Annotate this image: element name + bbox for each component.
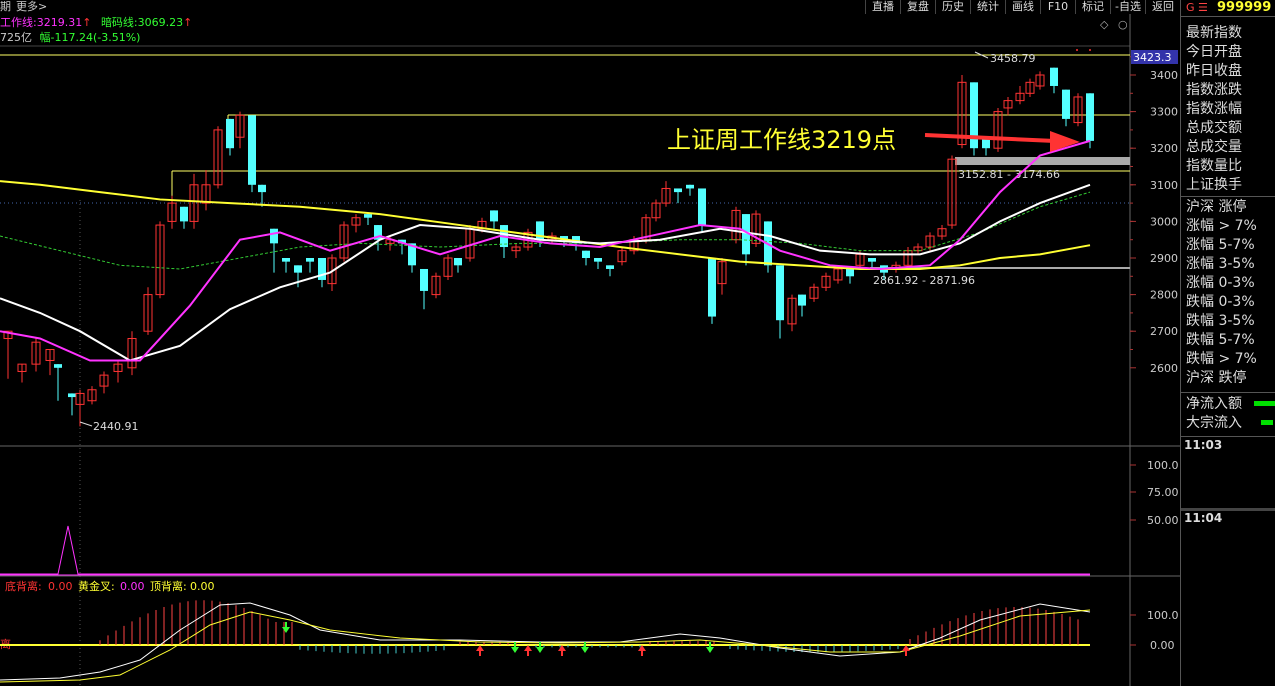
fund-flow-label: 大宗流入 bbox=[1186, 415, 1242, 431]
quote-field-label: 指数涨跌 bbox=[1186, 82, 1242, 98]
signal-spike-line bbox=[0, 525, 1090, 575]
sell-arrow-icon bbox=[706, 647, 714, 653]
high-price-label: 3458.79 bbox=[990, 52, 1036, 65]
candle-body-down bbox=[594, 258, 602, 262]
candle-body-down bbox=[686, 184, 694, 189]
sell-arrow-icon bbox=[511, 647, 519, 653]
quote-field-label: 昨日收盘 bbox=[1186, 63, 1242, 79]
candle-body-down bbox=[1050, 67, 1058, 86]
y-tick-label: 75.00 bbox=[1147, 486, 1179, 499]
quote-field-label: 上证换手 bbox=[1186, 177, 1242, 193]
candle-body-down bbox=[420, 268, 428, 291]
candle-body-down bbox=[226, 118, 234, 149]
candle-body-down bbox=[1086, 93, 1094, 141]
y-tick-label: 2800 bbox=[1150, 289, 1178, 302]
candle-body-down bbox=[180, 206, 188, 222]
bottom-divergence-value: 0.00 bbox=[48, 580, 73, 593]
menu-icon[interactable]: G ☰ bbox=[1186, 1, 1208, 14]
block-inflow-bar bbox=[1261, 420, 1273, 425]
y-tick-label: 2700 bbox=[1150, 325, 1178, 338]
golden-cross-label: 黄金叉: bbox=[78, 579, 115, 593]
quote-field-label: 指数涨幅 bbox=[1186, 101, 1242, 117]
signal-dot bbox=[1089, 49, 1091, 51]
divider bbox=[1181, 436, 1275, 437]
time-label: 11:03 bbox=[1184, 438, 1223, 452]
net-inflow-bar bbox=[1254, 401, 1275, 406]
sell-arrow-icon bbox=[282, 627, 290, 633]
y-tick-label: 3300 bbox=[1150, 106, 1178, 119]
low-pointer bbox=[79, 421, 93, 427]
candle-body-down bbox=[846, 268, 854, 277]
quote-field-label: 指数量比 bbox=[1186, 158, 1242, 174]
candle-body-down bbox=[1062, 89, 1070, 119]
quote-field-label: 今日开盘 bbox=[1186, 44, 1242, 60]
candle-body-down bbox=[282, 258, 290, 262]
candle-body-down bbox=[868, 258, 876, 262]
candle-body-down bbox=[490, 210, 498, 222]
annotation-text: 上证周工作线3219点 bbox=[667, 126, 896, 154]
low-price-label: 2440.91 bbox=[93, 420, 139, 433]
quote-panel-header: G ☰ 999999 bbox=[1181, 0, 1275, 17]
candle-body-down bbox=[606, 265, 614, 269]
zone-label: 3152.81 - 3174.66 bbox=[958, 168, 1060, 181]
y-tick-label: 2900 bbox=[1150, 252, 1178, 265]
candle-body-down bbox=[294, 265, 302, 273]
market-breadth-label: 涨幅 3-5% bbox=[1186, 256, 1255, 272]
price-tag: 3423.3 bbox=[1133, 51, 1172, 64]
quote-panel: G ☰ 999999 最新指数今日开盘昨日收盘指数涨跌指数涨幅总成交额总成交量指… bbox=[1180, 0, 1275, 686]
market-breadth-label: 涨幅 > 7% bbox=[1186, 218, 1257, 234]
market-breadth-label: 涨幅 0-3% bbox=[1186, 275, 1255, 291]
candle-body-down bbox=[306, 258, 314, 262]
top-divergence-label: 顶背离: bbox=[150, 579, 187, 593]
y-tick-label: 2600 bbox=[1150, 362, 1178, 375]
circle-icon: ○ bbox=[1118, 18, 1128, 31]
bottom-divergence-label: 底背离: bbox=[5, 579, 42, 593]
candle-body-down bbox=[582, 250, 590, 258]
market-breadth-label: 涨幅 5-7% bbox=[1186, 237, 1255, 253]
quote-field-label: 最新指数 bbox=[1186, 25, 1242, 41]
market-breadth-label: 沪深 涨停 bbox=[1186, 199, 1247, 215]
top-divergence-value: 0.00 bbox=[190, 580, 215, 593]
time-label: 11:04 bbox=[1184, 511, 1223, 525]
market-breadth-label: 沪深 跌停 bbox=[1186, 370, 1247, 386]
market-breadth-label: 跌幅 3-5% bbox=[1186, 313, 1255, 329]
y-tick-label: 50.00 bbox=[1147, 514, 1179, 527]
y-tick-label: 100.0 bbox=[1147, 459, 1179, 472]
y-tick-label: 3400 bbox=[1150, 69, 1178, 82]
quote-field-label: 总成交额 bbox=[1186, 120, 1242, 136]
signal-dot bbox=[1076, 49, 1078, 51]
y-tick-label: 0.00 bbox=[1150, 639, 1175, 652]
candle-body-down bbox=[364, 214, 372, 218]
candle-body-down bbox=[708, 258, 716, 317]
zone-band bbox=[955, 157, 1130, 165]
candle-body-down bbox=[454, 258, 462, 266]
fund-flow-label: 净流入额 bbox=[1186, 396, 1242, 412]
candle-body-down bbox=[68, 393, 76, 398]
market-breadth-label: 跌幅 > 7% bbox=[1186, 351, 1257, 367]
sell-arrow-icon bbox=[536, 647, 544, 653]
quote-field-label: 总成交量 bbox=[1186, 139, 1242, 155]
candle-body-down bbox=[270, 228, 278, 244]
candle-body-down bbox=[698, 188, 706, 226]
candle-body-down bbox=[798, 294, 806, 306]
y-tick-label: 3200 bbox=[1150, 142, 1178, 155]
divider bbox=[1181, 196, 1275, 197]
candle-body-down bbox=[54, 364, 62, 368]
candle-body-down bbox=[776, 265, 784, 321]
market-breadth-label: 跌幅 5-7% bbox=[1186, 332, 1255, 348]
candle-body-down bbox=[258, 184, 266, 193]
sell-arrow-icon bbox=[581, 647, 589, 653]
diamond-icon: ◇ bbox=[1100, 18, 1109, 31]
security-code[interactable]: 999999 bbox=[1217, 0, 1271, 15]
y-tick-label: 3100 bbox=[1150, 179, 1178, 192]
candle-body-down bbox=[248, 115, 256, 185]
golden-cross-value: 0.00 bbox=[120, 580, 145, 593]
candle-body-down bbox=[674, 188, 682, 193]
market-breadth-label: 跌幅 0-3% bbox=[1186, 294, 1255, 310]
zone-label: 2861.92 - 2871.96 bbox=[873, 274, 975, 287]
y-tick-label: 3000 bbox=[1150, 215, 1178, 228]
y-tick-label: 100.0 bbox=[1147, 609, 1179, 622]
divider bbox=[1181, 392, 1275, 393]
kline-chart[interactable]: 3400 3300 3200 3100 3000 2900 2800 2700 2600 3423… bbox=[0, 0, 1180, 686]
